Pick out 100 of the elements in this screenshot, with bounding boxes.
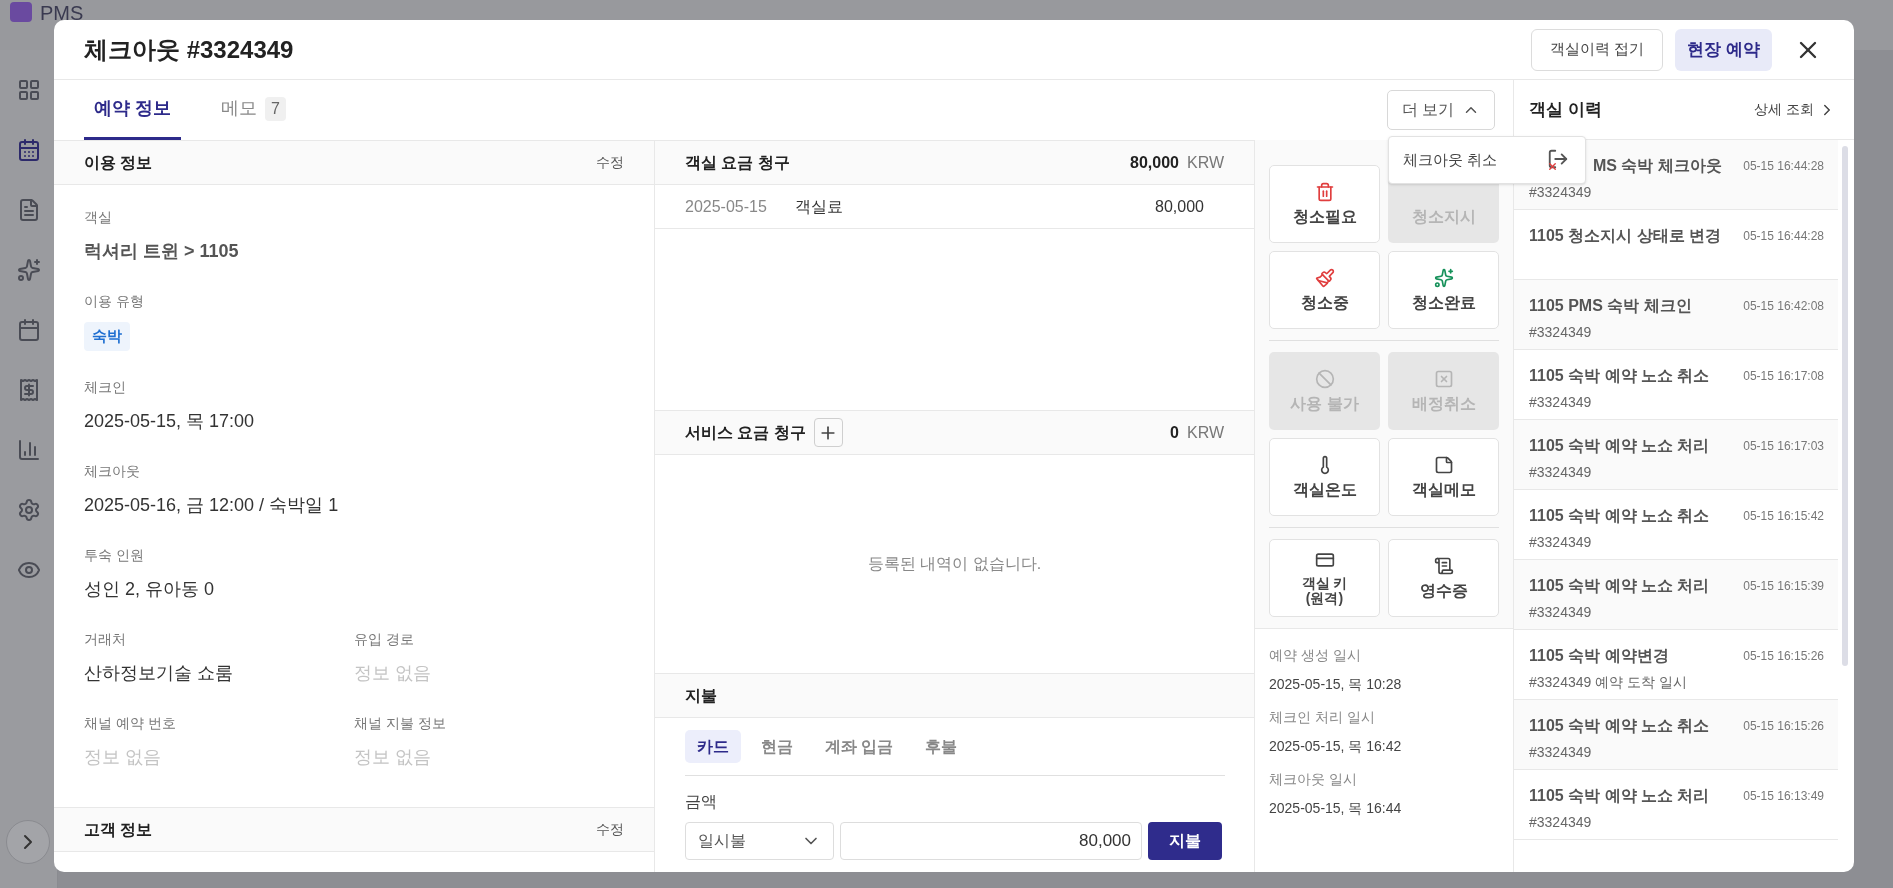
settings-icon[interactable]: [16, 498, 41, 522]
section-title: 객실 요금 청구: [685, 152, 790, 173]
field-value: 2025-05-16, 금 12:00 / 숙박일 1: [84, 493, 339, 517]
receipt-icon: [1433, 556, 1454, 577]
history-title: 객실 이력: [1529, 98, 1602, 121]
currency-label: KRW: [1186, 152, 1224, 173]
field-label: 객실: [84, 208, 112, 227]
history-title-text: 1105 숙박 예약 노쇼 취소: [1529, 716, 1710, 736]
timestamp-label: 체크인 처리 일시: [1269, 708, 1376, 727]
amount-field[interactable]: 80,000: [840, 822, 1142, 860]
history-title-text: 1105 숙박 예약 노쇼 취소: [1529, 506, 1710, 526]
note-icon: [1433, 455, 1454, 476]
history-title-text: 1105 숙박 예약 노쇼 처리: [1529, 576, 1710, 596]
paintbrush-icon: [1314, 268, 1335, 289]
pay-button[interactable]: 지불: [1148, 822, 1222, 860]
field-label: 투숙 인원: [84, 545, 144, 565]
room-action-button[interactable]: 객실 키 (원격): [1269, 539, 1380, 617]
timestamp-value: 2025-05-15, 목 10:28: [1269, 675, 1403, 694]
edit-link[interactable]: 수정: [596, 819, 624, 840]
more-button[interactable]: 더 보기: [1386, 90, 1495, 130]
sparkles-icon[interactable]: [16, 258, 41, 282]
payment-method-tab[interactable]: 현금: [749, 730, 805, 763]
field-value: 럭셔리 트윈 > 1105: [84, 240, 239, 263]
view-details-link[interactable]: 상세 조회: [1754, 99, 1836, 120]
field-label: 채널 예약 번호: [84, 713, 176, 733]
history-subtext: #3324349 예약 도착 일시: [1529, 673, 1687, 692]
amount-label: 금액: [685, 792, 717, 812]
charge-date: 2025-05-15: [685, 196, 768, 217]
field-value: 정보 없음: [84, 745, 161, 769]
room-action-button[interactable]: 영수증: [1388, 539, 1499, 617]
history-title-text: 1105 숙박 예약 노쇼 처리: [1529, 436, 1710, 456]
tab[interactable]: 메모 7: [211, 80, 296, 140]
history-title-text: 1105 PMS 숙박 체크인: [1529, 296, 1692, 316]
bar-chart-icon[interactable]: [16, 438, 41, 462]
history-item[interactable]: 1105 PMS 숙박 체크인 #3324349 05-15 16:42:08: [1514, 280, 1838, 350]
section-title: 고객 정보: [84, 819, 153, 840]
timestamp-label: 예약 생성 일시: [1269, 646, 1362, 665]
history-subtext: #3324349: [1529, 463, 1593, 482]
walk-in-booking-button[interactable]: 현장 예약: [1675, 28, 1772, 71]
history-subtext: #3324349: [1529, 533, 1593, 552]
field-value: 정보 없음: [354, 661, 431, 685]
history-title-text: 1105 청소지시 상태로 변경: [1529, 226, 1722, 246]
installment-select[interactable]: 일시불: [685, 822, 834, 860]
room-charge-total: 80,000: [1130, 152, 1179, 173]
history-subtext: #3324349: [1529, 603, 1593, 622]
calendar-icon[interactable]: [16, 318, 41, 342]
modal-title: 체크아웃 #3324349: [84, 34, 294, 65]
history-title-text: MS 숙박 체크아웃: [1593, 156, 1722, 176]
history-subtext: #3324349: [1529, 813, 1593, 832]
history-item[interactable]: 1105 숙박 예약 노쇼 처리 #3324349 05-15 16:15:39: [1514, 560, 1838, 630]
room-action-button[interactable]: 청소필요: [1269, 165, 1380, 243]
section-title: 서비스 요금 청구: [685, 422, 806, 443]
history-time: 05-15 16:44:28: [1743, 228, 1824, 245]
history-time: 05-15 16:17:08: [1743, 368, 1824, 385]
section-title: 지불: [685, 685, 717, 706]
square-x-icon: [1433, 369, 1454, 390]
charge-name: 객실료: [795, 196, 844, 217]
room-action-button[interactable]: 청소완료: [1388, 251, 1499, 329]
charge-amount: 80,000: [1155, 196, 1205, 217]
app-logo-text: PMS: [40, 2, 84, 24]
history-subtext: #3324349: [1529, 393, 1593, 412]
field-label: 체크아웃: [84, 461, 140, 481]
history-title-text: 1105 숙박 예약 노쇼 취소: [1529, 366, 1710, 386]
field-label: 이용 유형: [84, 292, 144, 311]
edit-link[interactable]: 수정: [596, 152, 624, 173]
history-item[interactable]: 1105 숙박 예약 노쇼 취소 #3324349 05-15 16:15:26: [1514, 700, 1838, 770]
history-time: 05-15 16:17:03: [1743, 438, 1824, 455]
field-label: 거래처: [84, 629, 126, 649]
history-time: 05-15 16:15:26: [1743, 718, 1824, 735]
sparkles-icon: [1433, 268, 1454, 289]
room-action-button[interactable]: 객실온도: [1269, 438, 1380, 516]
service-charge-total: 0: [1170, 422, 1179, 443]
room-action-button[interactable]: 객실메모: [1388, 438, 1499, 516]
stay-type-badge: 숙박: [84, 322, 130, 351]
history-subtext: #3324349: [1529, 183, 1593, 202]
calendar-icon[interactable]: [16, 138, 41, 162]
empty-message: 등록된 내역이 없습니다.: [867, 554, 1042, 574]
history-subtext: #3324349: [1529, 323, 1593, 342]
payment-method-tab[interactable]: 후불: [913, 730, 970, 763]
timestamp-value: 2025-05-15, 목 16:42: [1269, 737, 1403, 756]
ban-icon: [1314, 369, 1335, 390]
history-item[interactable]: 1105 숙박 예약 노쇼 처리 #3324349 05-15 16:17:03: [1514, 420, 1838, 490]
grid-icon[interactable]: [16, 78, 41, 102]
timestamp-value: 2025-05-15, 목 16:44: [1269, 799, 1403, 818]
field-value: 2025-05-15, 목 17:00: [84, 409, 255, 433]
payment-method-tab[interactable]: 계좌 입금: [813, 730, 906, 763]
field-value: 산하정보기술 쇼룸: [84, 661, 233, 685]
currency-label: KRW: [1186, 422, 1224, 443]
history-time: 05-15 16:44:28: [1743, 158, 1824, 175]
field-label: 체크인: [84, 377, 126, 397]
collapse-history-button[interactable]: 객실이력 접기: [1531, 28, 1664, 71]
add-service-button[interactable]: [813, 418, 843, 447]
history-subtext: #3324349: [1529, 743, 1593, 762]
payment-method-tab[interactable]: 카드: [685, 730, 741, 763]
section-title: 이용 정보: [84, 152, 153, 173]
room-action-button[interactable]: 청소중: [1269, 251, 1380, 329]
history-title-text: 1105 숙박 예약 노쇼 처리: [1529, 786, 1710, 806]
history-time: 05-15 16:15:42: [1743, 508, 1824, 525]
field-label: 유입 경로: [354, 629, 414, 649]
history-title-text: 1105 숙박 예약변경: [1529, 646, 1670, 666]
